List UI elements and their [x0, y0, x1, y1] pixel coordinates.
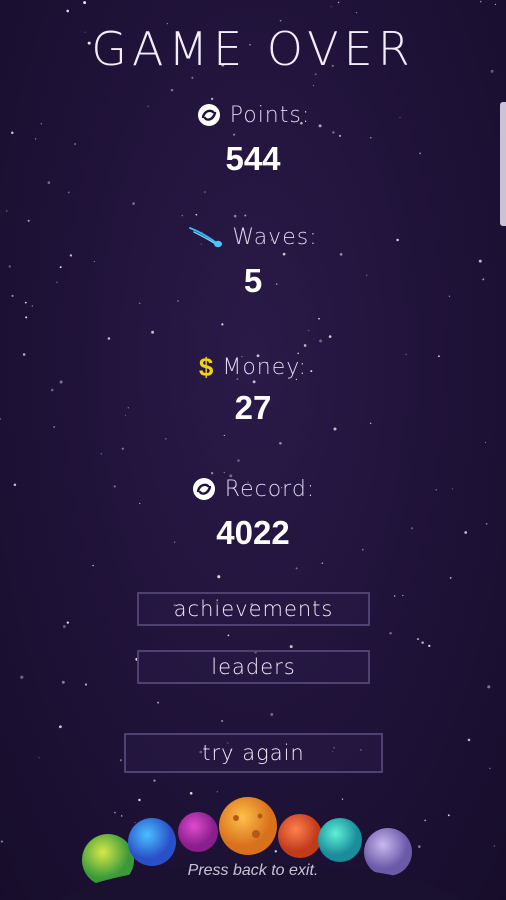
star — [20, 675, 24, 679]
star — [289, 645, 293, 649]
star — [100, 452, 103, 455]
star — [210, 97, 214, 101]
money-value: 27 — [234, 389, 272, 426]
scrollbar-thumb[interactable] — [500, 102, 506, 226]
star — [67, 191, 70, 194]
star — [402, 594, 404, 597]
exit-hint: Press back to exit. — [187, 862, 319, 879]
money-label: Money: — [222, 355, 308, 380]
star — [138, 302, 141, 305]
star — [59, 725, 62, 729]
star — [487, 685, 491, 689]
star — [66, 9, 70, 13]
star — [181, 214, 184, 217]
waves-stat: Waves: 5 — [0, 224, 506, 300]
star — [484, 441, 487, 443]
record-stat: Record: 4022 — [0, 476, 506, 552]
dollar-icon: $ — [198, 352, 215, 382]
star — [333, 427, 337, 431]
star — [191, 76, 194, 79]
star — [428, 644, 431, 648]
star — [479, 0, 482, 3]
star — [223, 434, 225, 437]
star — [107, 337, 111, 340]
star — [165, 438, 167, 440]
star — [170, 88, 174, 92]
star — [308, 329, 310, 332]
star — [223, 472, 225, 474]
star — [449, 577, 452, 579]
record-value: 4022 — [216, 514, 290, 551]
star — [177, 300, 179, 302]
star — [0, 840, 4, 843]
star — [416, 638, 420, 641]
star — [203, 191, 206, 193]
star — [157, 701, 160, 704]
star — [221, 323, 224, 326]
money-stat: $ Money: 27 — [0, 352, 506, 427]
star — [244, 214, 247, 217]
star — [319, 339, 323, 343]
star — [312, 84, 315, 87]
star — [493, 845, 496, 847]
star — [355, 11, 358, 14]
star — [303, 344, 307, 347]
comet-icon — [189, 227, 223, 248]
star — [321, 562, 324, 564]
star — [421, 641, 424, 644]
points-label: Points: — [229, 102, 311, 128]
star — [47, 181, 51, 184]
star — [92, 564, 94, 567]
planets-decoration — [60, 797, 460, 900]
waves-value: 5 — [243, 262, 263, 299]
star — [270, 712, 274, 716]
star — [132, 202, 135, 205]
leaders-button[interactable]: leaders — [137, 650, 370, 684]
swirl-icon — [197, 104, 220, 126]
star — [38, 757, 40, 759]
star — [330, 6, 332, 8]
star — [494, 3, 497, 6]
star — [62, 625, 66, 628]
record-label: Record: — [224, 476, 316, 502]
star — [467, 738, 471, 742]
star — [153, 779, 156, 782]
star — [61, 680, 65, 684]
star — [151, 330, 155, 334]
points-stat: Points: 544 — [0, 102, 506, 178]
star — [337, 1, 340, 4]
star — [31, 305, 34, 307]
star — [227, 634, 230, 637]
swirl-icon — [192, 478, 215, 500]
star — [121, 447, 124, 450]
star — [318, 317, 320, 320]
star — [389, 632, 392, 635]
try-again-button[interactable]: try again — [124, 733, 383, 773]
star — [489, 767, 491, 770]
star — [25, 316, 28, 319]
star — [195, 213, 198, 216]
star — [221, 720, 224, 722]
achievements-button[interactable]: achievements — [137, 592, 370, 626]
game-over-title: GAME OVER — [91, 22, 415, 76]
points-value: 544 — [225, 140, 281, 177]
waves-label: Waves: — [232, 224, 318, 250]
star — [295, 567, 298, 570]
star — [84, 683, 88, 686]
star — [27, 219, 30, 222]
star — [83, 1, 87, 5]
star — [119, 759, 122, 762]
star — [279, 441, 282, 445]
star — [233, 214, 237, 218]
star — [24, 301, 27, 304]
star — [237, 459, 240, 462]
star — [210, 472, 214, 475]
star — [6, 210, 8, 212]
star — [328, 335, 332, 338]
star — [66, 621, 69, 624]
star — [217, 575, 221, 579]
star — [393, 595, 396, 597]
